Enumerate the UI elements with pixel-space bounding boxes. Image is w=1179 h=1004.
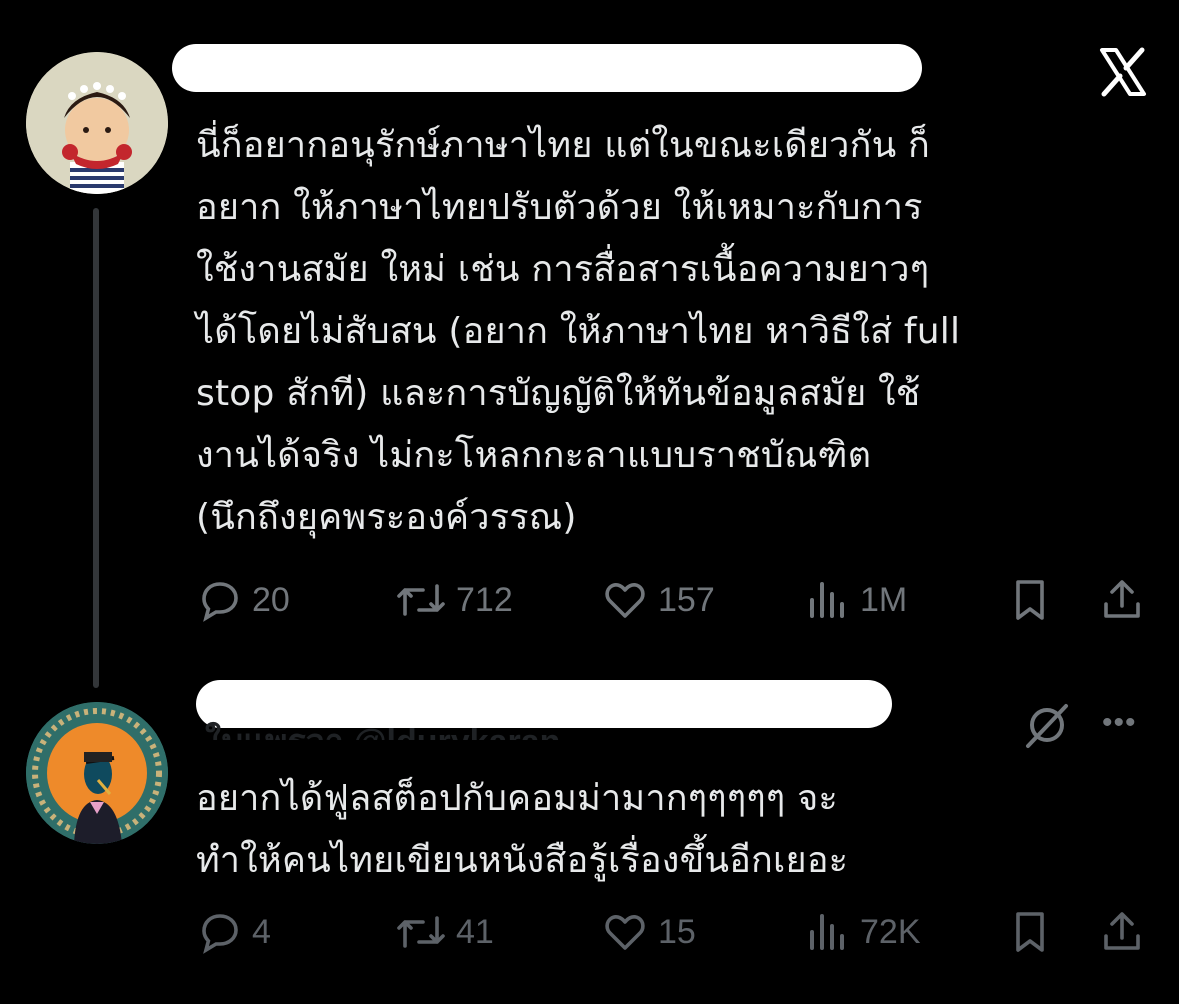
mute-icon[interactable] bbox=[1020, 700, 1074, 750]
share-button[interactable] bbox=[1098, 908, 1146, 956]
heart-icon bbox=[605, 583, 645, 618]
repost-button[interactable]: 712 bbox=[394, 576, 513, 624]
repost-count: 41 bbox=[456, 912, 494, 951]
repost-icon bbox=[397, 916, 445, 948]
share-button[interactable] bbox=[1098, 576, 1146, 624]
like-button[interactable]: 15 bbox=[600, 908, 696, 956]
bookmark-button[interactable] bbox=[1006, 908, 1054, 956]
bookmark-icon bbox=[1016, 912, 1044, 952]
like-count: 15 bbox=[658, 912, 696, 951]
views-icon bbox=[810, 582, 844, 618]
reply-button[interactable]: 20 bbox=[196, 576, 290, 624]
repost-button[interactable]: 41 bbox=[394, 908, 494, 956]
share-icon bbox=[1104, 912, 1140, 950]
like-button[interactable]: 157 bbox=[600, 576, 715, 624]
views-icon bbox=[810, 914, 844, 950]
reply-count: 20 bbox=[252, 580, 290, 619]
tweet-body: อยากได้ฟูลสต็อปกับคอมม่ามากๆๆๆๆๆ จะ ทำให… bbox=[196, 778, 849, 881]
redacted-username bbox=[172, 44, 922, 92]
like-count: 157 bbox=[658, 580, 715, 619]
reply-count: 4 bbox=[252, 912, 271, 951]
views-button[interactable]: 1M bbox=[804, 576, 907, 624]
thread-connector bbox=[93, 208, 99, 688]
avatar[interactable] bbox=[26, 52, 168, 194]
tweet-body: นี่ก็อยากอนุรักษ์ภาษาไทย แต่ในขณะเดียวกั… bbox=[196, 125, 961, 538]
bookmark-button[interactable] bbox=[1006, 576, 1054, 624]
repost-icon bbox=[397, 584, 445, 616]
views-button[interactable]: 72K bbox=[804, 908, 921, 956]
partial-handle: ใบแพรวา @ldurykaran bbox=[205, 712, 560, 740]
heart-icon bbox=[605, 915, 645, 950]
reply-icon bbox=[202, 582, 238, 622]
more-options-button[interactable]: ••• bbox=[1102, 706, 1137, 740]
repost-count: 712 bbox=[456, 580, 513, 619]
x-logo-icon[interactable] bbox=[1098, 47, 1148, 97]
reply-button[interactable]: 4 bbox=[196, 908, 271, 956]
reply-icon bbox=[202, 914, 238, 954]
avatar[interactable] bbox=[26, 702, 168, 844]
share-icon bbox=[1104, 580, 1140, 618]
views-count: 72K bbox=[860, 912, 921, 951]
bookmark-icon bbox=[1016, 580, 1044, 620]
views-count: 1M bbox=[860, 580, 908, 619]
